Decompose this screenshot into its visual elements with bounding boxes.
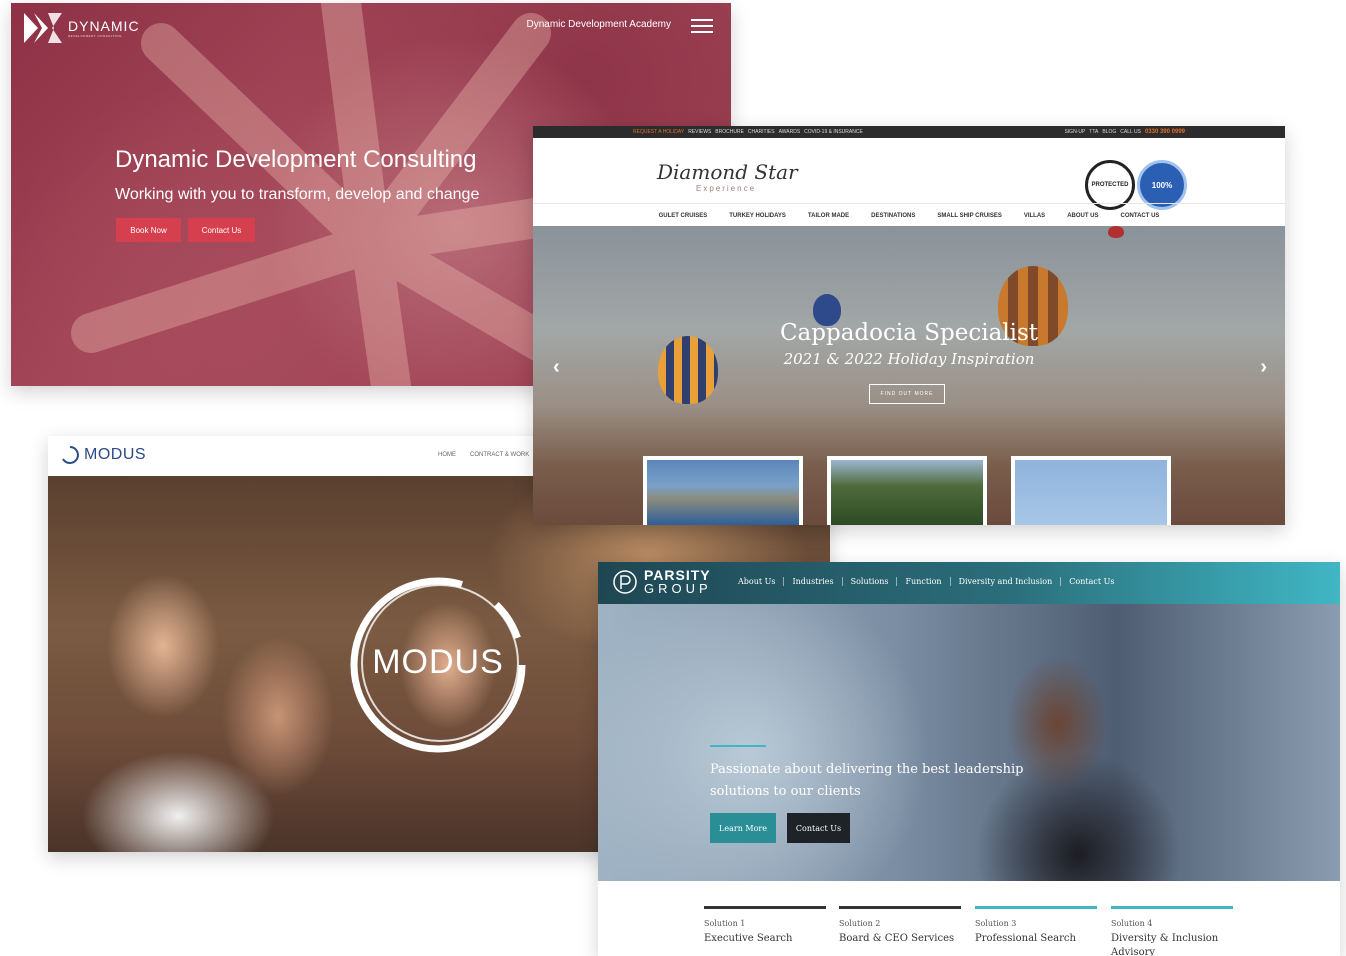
- tta-link[interactable]: TTA: [1089, 129, 1098, 135]
- modus-nav-home[interactable]: HOME: [438, 452, 456, 458]
- phone-number[interactable]: 0330 390 0999: [1145, 129, 1185, 135]
- diamond-header: Diamond Star Experience PROTECTED 100%: [533, 138, 1285, 210]
- forest-thumbnail[interactable]: [827, 456, 987, 525]
- menu-icon[interactable]: [691, 19, 713, 33]
- nav-contact-us[interactable]: Contact Us: [1060, 577, 1122, 586]
- sky-balloons-thumbnail[interactable]: [1011, 456, 1171, 525]
- balloon-image: [658, 336, 718, 404]
- solution-kicker: Solution 3: [975, 919, 1017, 928]
- modus-brand-name: MODUS: [84, 446, 147, 463]
- request-holiday-link[interactable]: REQUEST A HOLIDAY: [633, 129, 684, 135]
- parsity-logo[interactable]: PARSITY GROUP: [612, 568, 712, 595]
- awards-link[interactable]: AWARDS: [779, 129, 801, 135]
- call-us-label: CALL US: [1120, 129, 1141, 135]
- nav-diversity-inclusion[interactable]: Diversity and Inclusion: [949, 577, 1061, 586]
- reviews-link[interactable]: REVIEWS: [688, 129, 711, 135]
- nav-about-us[interactable]: ABOUT US: [1067, 213, 1098, 219]
- woman-speaking-photo: Passionate about delivering the best lea…: [598, 604, 1340, 881]
- percent-badge-text: 100%: [1151, 180, 1173, 190]
- prev-slide-icon[interactable]: ‹: [553, 356, 560, 379]
- solution-title: Professional Search: [975, 933, 1076, 944]
- dynamic-contact-button[interactable]: Contact Us: [188, 218, 255, 242]
- signup-link[interactable]: SIGN-UP: [1064, 129, 1085, 135]
- dynamic-hero-title: Dynamic Development Consulting: [115, 146, 477, 173]
- nav-contact-us[interactable]: CONTACT US: [1121, 213, 1160, 219]
- brochure-link[interactable]: BROCHURE: [715, 129, 744, 135]
- solution-card[interactable]: Solution 3 Professional Search: [975, 906, 1097, 946]
- diamond-hero-title: Cappadocia Specialist: [779, 320, 1039, 346]
- academy-link[interactable]: Dynamic Development Academy: [526, 19, 671, 30]
- balloon-image: [1108, 226, 1124, 238]
- nav-solutions[interactable]: Solutions: [841, 577, 897, 586]
- parsity-hero-text: Passionate about delivering the best lea…: [710, 762, 1024, 799]
- diamond-star-website-screenshot: REQUEST A HOLIDAY REVIEWS BROCHURE CHARI…: [533, 126, 1285, 525]
- dynamic-logo[interactable]: DYNAMIC DEVELOPMENT CONSULTING: [24, 13, 140, 43]
- solution-kicker: Solution 1: [704, 919, 746, 928]
- diamond-star-logo-sub: Experience: [696, 184, 757, 193]
- modus-swirl-icon: [62, 446, 79, 464]
- dynamic-brand-name: DYNAMIC: [68, 18, 140, 34]
- dynamic-brand-sub: DEVELOPMENT CONSULTING: [68, 34, 122, 38]
- parsity-website-screenshot: PARSITY GROUP About Us Industries Soluti…: [598, 562, 1340, 956]
- modus-nav-contract[interactable]: CONTRACT & WORK: [470, 452, 529, 458]
- solution-kicker: Solution 4: [1111, 919, 1153, 928]
- modus-hero-text: MODUS: [372, 643, 504, 681]
- covid-link[interactable]: COVID-19 & INSURANCE: [804, 129, 863, 135]
- nav-about-us[interactable]: About Us: [730, 577, 783, 586]
- diamond-hero-subtitle: 2021 & 2022 Holiday Inspiration: [783, 350, 1035, 368]
- nav-industries[interactable]: Industries: [783, 577, 841, 586]
- parsity-brand-sub: GROUP: [644, 581, 712, 596]
- solution-title: Board & CEO Services: [839, 933, 955, 944]
- dx-logo-icon: [24, 13, 62, 43]
- nav-turkey-holidays[interactable]: TURKEY HOLIDAYS: [729, 213, 786, 219]
- diamond-star-logo[interactable]: Diamond Star: [657, 160, 798, 184]
- diamond-top-bar: REQUEST A HOLIDAY REVIEWS BROCHURE CHARI…: [533, 126, 1285, 138]
- solution-title: Diversity & Inclusion Advisory: [1111, 933, 1219, 956]
- parsity-brand-name: PARSITY: [644, 567, 711, 583]
- next-slide-icon[interactable]: ›: [1260, 356, 1267, 379]
- hero-accent-line: [710, 745, 766, 747]
- parsity-p-icon: [613, 569, 637, 594]
- find-out-more-button[interactable]: FIND OUT MORE: [869, 384, 945, 404]
- nav-villas[interactable]: VILLAS: [1024, 213, 1045, 219]
- solution-title: Executive Search: [704, 933, 793, 944]
- diamond-main-nav: GULET CRUISES TURKEY HOLIDAYS TAILOR MAD…: [533, 203, 1285, 227]
- solution-card[interactable]: Solution 2 Board & CEO Services: [839, 906, 961, 946]
- parsity-nav: About Us Industries Solutions Function D…: [730, 577, 1122, 586]
- nav-destinations[interactable]: DESTINATIONS: [871, 213, 915, 219]
- solution-card[interactable]: Solution 1 Executive Search: [704, 906, 826, 946]
- modus-logo[interactable]: MODUS: [60, 445, 146, 465]
- solution-card[interactable]: Solution 4 Diversity & Inclusion Advisor…: [1111, 906, 1233, 956]
- modus-nav: HOME CONTRACT & WORK: [438, 452, 529, 458]
- blog-link[interactable]: BLOG: [1102, 129, 1116, 135]
- parsity-contact-button[interactable]: Contact Us: [787, 813, 850, 843]
- learn-more-button[interactable]: Learn More: [710, 813, 776, 843]
- dynamic-hero-subtitle: Working with you to transform, develop a…: [115, 186, 480, 203]
- nav-tailor-made[interactable]: TAILOR MADE: [808, 213, 849, 219]
- book-now-button[interactable]: Book Now: [116, 218, 181, 242]
- nav-function[interactable]: Function: [896, 577, 949, 586]
- solution-kicker: Solution 2: [839, 919, 881, 928]
- nav-small-ship-cruises[interactable]: SMALL SHIP CRUISES: [937, 213, 1001, 219]
- protected-badge-text: PROTECTED: [1091, 182, 1129, 188]
- charities-link[interactable]: CHARITIES: [748, 129, 775, 135]
- parsity-header: PARSITY GROUP About Us Industries Soluti…: [598, 562, 1340, 604]
- coast-thumbnail[interactable]: [643, 456, 803, 525]
- nav-gulet-cruises[interactable]: GULET CRUISES: [659, 213, 708, 219]
